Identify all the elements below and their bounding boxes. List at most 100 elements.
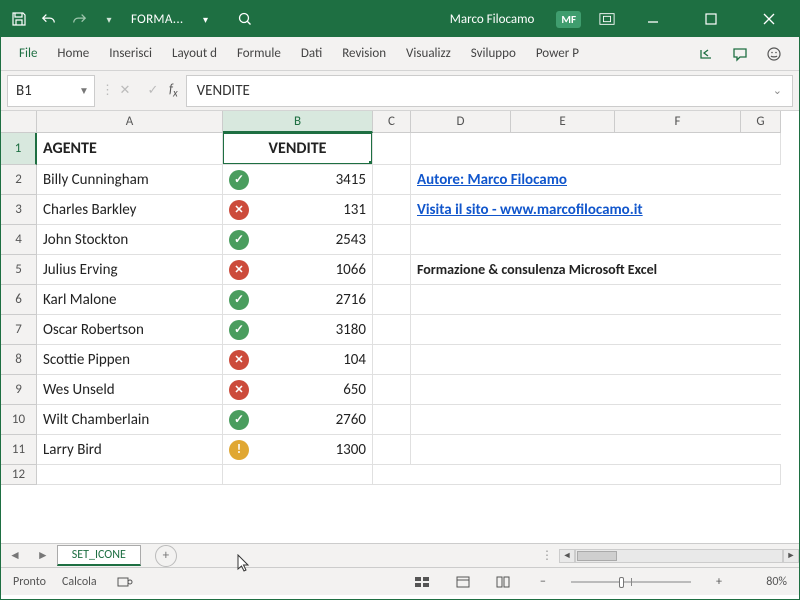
cell-value[interactable]: 3180 (223, 315, 373, 345)
macro-record-icon[interactable] (113, 573, 137, 591)
smile-icon[interactable] (757, 37, 791, 71)
quick-access-dropdown-icon[interactable]: ▾ (101, 11, 117, 27)
document-name: FORMA... (131, 12, 183, 27)
select-all-corner[interactable] (1, 111, 37, 133)
cell-value[interactable]: 650 (223, 375, 373, 405)
maximize-button[interactable] (691, 1, 731, 37)
cell-value[interactable]: 1300 (223, 435, 373, 465)
cell-agent[interactable]: Billy Cunningham (37, 165, 223, 195)
scroll-right-icon[interactable]: ► (783, 549, 799, 563)
cell-value[interactable]: 3415 (223, 165, 373, 195)
warning-icon (229, 440, 249, 460)
redo-icon[interactable] (71, 11, 87, 27)
zoom-out-button[interactable]: − (531, 573, 555, 591)
cell-value[interactable]: 2760 (223, 405, 373, 435)
tab-view[interactable]: Visualizz (396, 37, 461, 71)
fill-handle[interactable] (369, 161, 373, 165)
cell-header-agente[interactable]: AGENTE (37, 133, 223, 165)
enter-formula-icon[interactable]: ✓ (139, 77, 167, 105)
cell-agent[interactable]: Scottie Pippen (37, 345, 223, 375)
save-icon[interactable] (11, 11, 27, 27)
name-box-input[interactable] (8, 76, 74, 106)
cell-value[interactable]: 2543 (223, 225, 373, 255)
minimize-button[interactable] (633, 1, 673, 37)
zoom-slider[interactable] (571, 581, 691, 583)
scrollbar-thumb[interactable] (577, 551, 617, 561)
share-icon[interactable] (689, 37, 723, 71)
cell-agent[interactable]: Wilt Chamberlain (37, 405, 223, 435)
cell-value[interactable]: 104 (223, 345, 373, 375)
rowhead-5[interactable]: 5 (1, 255, 37, 285)
cell-value[interactable]: 131 (223, 195, 373, 225)
cross-icon (229, 260, 249, 280)
scroll-left-icon[interactable]: ◄ (559, 549, 575, 563)
rowhead-3[interactable]: 3 (1, 195, 37, 225)
comments-icon[interactable] (723, 37, 757, 71)
colhead-e[interactable]: E (511, 111, 615, 133)
tab-layout[interactable]: Layout d (162, 37, 227, 71)
tab-formulas[interactable]: Formule (227, 37, 291, 71)
page-break-view-icon[interactable] (491, 573, 515, 591)
tab-file[interactable]: File (9, 37, 47, 71)
cell-agent[interactable]: Julius Erving (37, 255, 223, 285)
formula-input[interactable]: VENDITE ⌄ (186, 75, 793, 107)
cell-agent[interactable]: Larry Bird (37, 435, 223, 465)
colhead-g[interactable]: G (741, 111, 781, 133)
author-link[interactable]: Autore: Marco Filocamo (417, 171, 567, 189)
colhead-d[interactable]: D (411, 111, 511, 133)
cell-value[interactable]: 2716 (223, 285, 373, 315)
title-bar: ▾ FORMA... ▾ Marco Filocamo MF (1, 1, 799, 37)
rowhead-11[interactable]: 11 (1, 435, 37, 465)
rowhead-4[interactable]: 4 (1, 225, 37, 255)
expand-formula-bar-icon[interactable]: ⌄ (773, 84, 782, 97)
search-icon[interactable] (237, 11, 253, 27)
rowhead-6[interactable]: 6 (1, 285, 37, 315)
ribbon-display-icon[interactable] (599, 11, 615, 27)
rowhead-9[interactable]: 9 (1, 375, 37, 405)
page-layout-view-icon[interactable] (451, 573, 475, 591)
add-sheet-button[interactable]: + (155, 545, 177, 567)
tab-power[interactable]: Power P (526, 37, 589, 71)
colhead-f[interactable]: F (615, 111, 741, 133)
cell-agent[interactable]: Karl Malone (37, 285, 223, 315)
sheet-tab-active[interactable]: SET_ICONE (57, 545, 141, 566)
zoom-thumb[interactable] (619, 577, 624, 588)
rowhead-1[interactable]: 1 (1, 133, 37, 165)
rowhead-12[interactable]: 12 (1, 465, 37, 485)
tab-home[interactable]: Home (47, 37, 99, 71)
tab-insert[interactable]: Inserisci (99, 37, 162, 71)
cell-agent[interactable]: Charles Barkley (37, 195, 223, 225)
cancel-formula-icon[interactable]: ✕ (111, 77, 139, 105)
tab-data[interactable]: Dati (291, 37, 332, 71)
insert-function-icon[interactable]: fx (169, 82, 178, 100)
website-link[interactable]: Visita il sito - www.marcofilocamo.it (417, 201, 643, 219)
name-box[interactable]: ▼ (7, 75, 95, 107)
zoom-level[interactable]: 80% (747, 575, 787, 589)
document-dropdown-icon[interactable]: ▾ (197, 11, 213, 27)
tab-developer[interactable]: Sviluppo (461, 37, 526, 71)
cell-value[interactable]: 1066 (223, 255, 373, 285)
user-name[interactable]: Marco Filocamo (450, 12, 535, 27)
rowhead-10[interactable]: 10 (1, 405, 37, 435)
cell-header-vendite[interactable]: VENDITE (223, 133, 373, 165)
horizontal-scrollbar[interactable]: ◄ ► (559, 549, 799, 563)
colhead-c[interactable]: C (373, 111, 411, 133)
sheet-nav-next-icon[interactable]: ► (29, 548, 57, 563)
rowhead-2[interactable]: 2 (1, 165, 37, 195)
close-button[interactable] (749, 1, 789, 37)
rowhead-7[interactable]: 7 (1, 315, 37, 345)
check-icon (229, 290, 249, 310)
colhead-b[interactable]: B (223, 111, 373, 133)
sheet-nav-prev-icon[interactable]: ◄ (1, 548, 29, 563)
colhead-a[interactable]: A (37, 111, 223, 133)
normal-view-icon[interactable] (411, 573, 435, 591)
cell-agent[interactable]: Wes Unseld (37, 375, 223, 405)
cell-agent[interactable]: John Stockton (37, 225, 223, 255)
user-badge[interactable]: MF (556, 11, 581, 28)
undo-icon[interactable] (41, 11, 57, 27)
rowhead-8[interactable]: 8 (1, 345, 37, 375)
cell-agent[interactable]: Oscar Robertson (37, 315, 223, 345)
tab-review[interactable]: Revision (332, 37, 396, 71)
zoom-in-button[interactable]: + (707, 573, 731, 591)
name-box-dropdown-icon[interactable]: ▼ (74, 84, 94, 97)
